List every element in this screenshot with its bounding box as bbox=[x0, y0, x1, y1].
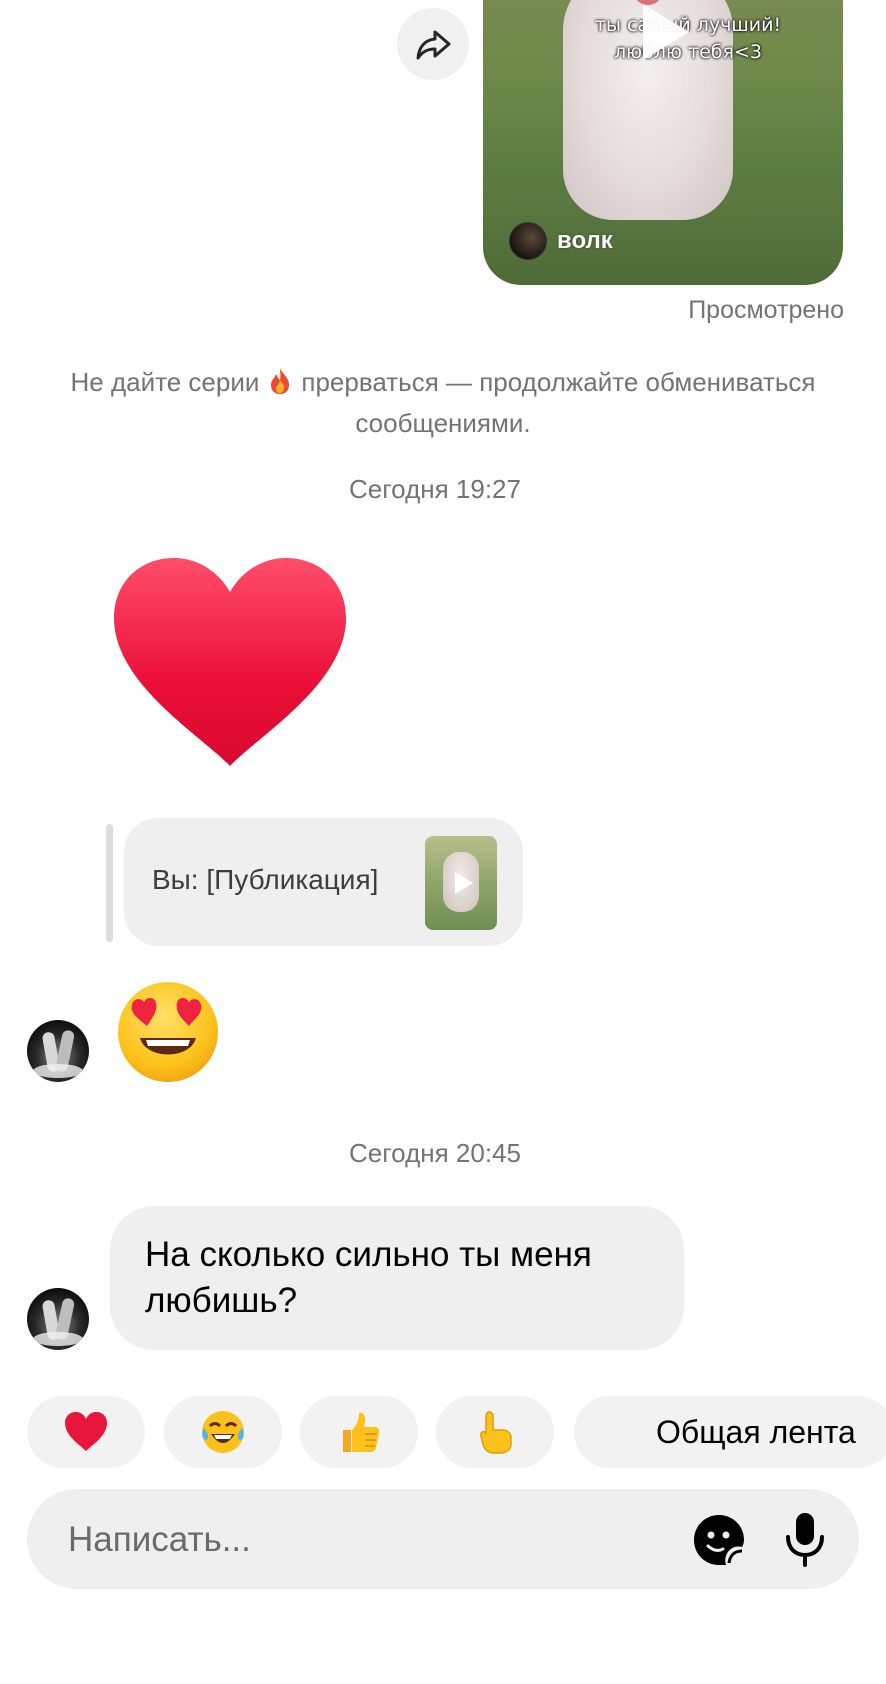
streak-text-after: прерваться — продолжайте обмениваться со… bbox=[301, 367, 816, 438]
chat-screen: ты самый лучший! люблю тебя<3 волк Просм… bbox=[0, 0, 886, 1684]
reel-author[interactable]: волк bbox=[509, 222, 613, 260]
quick-reaction-heart[interactable] bbox=[27, 1396, 145, 1468]
microphone-icon[interactable] bbox=[783, 1511, 827, 1567]
play-icon bbox=[455, 872, 473, 894]
heart-icon bbox=[65, 1412, 107, 1451]
incoming-message[interactable]: На сколько сильно ты меня любишь? bbox=[110, 1206, 684, 1350]
heart-icon[interactable] bbox=[112, 556, 348, 768]
face-with-tears-of-joy-icon bbox=[202, 1411, 244, 1453]
seen-status: Просмотрено bbox=[688, 296, 844, 324]
reply-quote[interactable]: Вы: [Публикация] bbox=[124, 818, 523, 946]
reel-author-avatar bbox=[509, 222, 547, 260]
timestamp: Сегодня 19:27 bbox=[349, 474, 521, 504]
reply-indicator bbox=[106, 824, 113, 942]
quick-reactions: Общая лента bbox=[0, 1396, 886, 1470]
shared-feed-button[interactable]: Общая лента bbox=[574, 1396, 886, 1468]
sticker-icon[interactable] bbox=[692, 1513, 746, 1567]
quick-reaction-thumbs-up[interactable] bbox=[300, 1396, 418, 1468]
reply-thumbnail bbox=[425, 836, 497, 930]
reply-label: Вы: [Публикация] bbox=[152, 864, 379, 895]
avatar[interactable] bbox=[27, 1020, 89, 1082]
pointing-hand-icon bbox=[480, 1411, 512, 1454]
shared-reel-card[interactable]: ты самый лучший! люблю тебя<3 волк bbox=[483, 0, 843, 285]
message-text: На сколько сильно ты меня любишь? bbox=[145, 1235, 592, 1320]
message-composer[interactable]: Написать... bbox=[27, 1489, 859, 1589]
reel-author-name: волк bbox=[557, 227, 613, 254]
share-button[interactable] bbox=[397, 8, 469, 80]
share-icon bbox=[416, 30, 451, 60]
quick-reaction-laugh[interactable] bbox=[164, 1396, 282, 1468]
heart-eyes-emoji-icon[interactable] bbox=[116, 980, 220, 1084]
composer-placeholder: Написать... bbox=[68, 1520, 251, 1559]
thumbs-up-icon bbox=[343, 1412, 380, 1452]
shared-feed-label: Общая лента bbox=[656, 1414, 856, 1450]
timestamp: Сегодня 20:45 bbox=[349, 1138, 521, 1168]
streak-notice: Не дайте серии прерваться — продолжайте … bbox=[0, 362, 886, 444]
streak-text-before: Не дайте серии bbox=[70, 367, 260, 397]
avatar[interactable] bbox=[27, 1288, 89, 1350]
fire-icon bbox=[271, 368, 290, 394]
play-icon[interactable] bbox=[643, 4, 689, 60]
quick-reaction-pointing[interactable] bbox=[436, 1396, 554, 1468]
